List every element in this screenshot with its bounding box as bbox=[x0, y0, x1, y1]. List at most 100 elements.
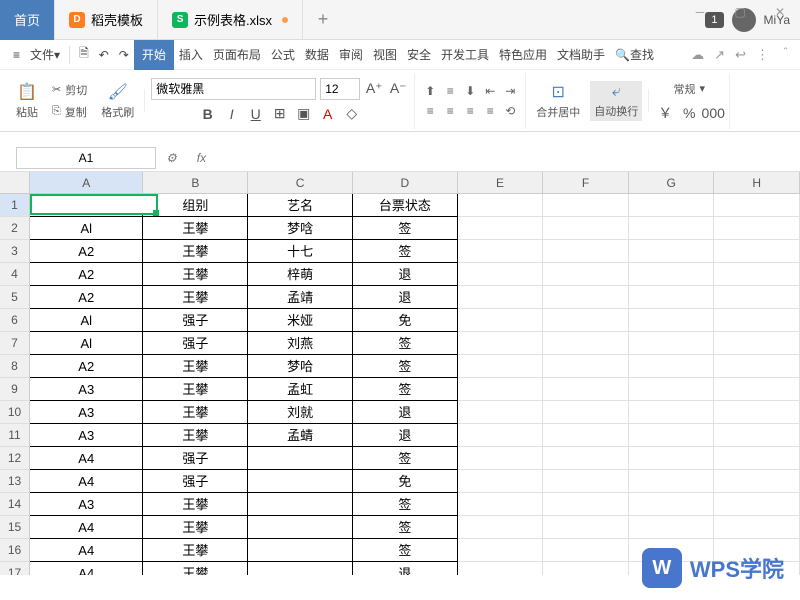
row-header[interactable]: 17 bbox=[0, 562, 30, 575]
cell[interactable] bbox=[714, 424, 800, 447]
cell[interactable] bbox=[714, 516, 800, 539]
font-name-select[interactable] bbox=[151, 78, 316, 100]
bold-button[interactable]: B bbox=[198, 104, 218, 124]
col-header-E[interactable]: E bbox=[458, 172, 544, 194]
cell[interactable] bbox=[629, 240, 715, 263]
cell[interactable]: A2 bbox=[30, 286, 143, 309]
highlight-button[interactable]: ◇ bbox=[342, 104, 362, 124]
cell[interactable] bbox=[629, 424, 715, 447]
cell[interactable]: 组别 bbox=[143, 194, 248, 217]
cell[interactable] bbox=[248, 516, 353, 539]
cell[interactable] bbox=[458, 516, 544, 539]
cell[interactable] bbox=[458, 562, 544, 575]
cell[interactable] bbox=[543, 516, 629, 539]
row-header[interactable]: 6 bbox=[0, 309, 30, 332]
cell[interactable]: 强子 bbox=[143, 470, 248, 493]
row-header[interactable]: 8 bbox=[0, 355, 30, 378]
percent-button[interactable]: % bbox=[679, 103, 699, 123]
cell[interactable] bbox=[629, 493, 715, 516]
align-justify-icon[interactable]: ≡ bbox=[481, 102, 499, 120]
cell[interactable] bbox=[543, 355, 629, 378]
settings-icon[interactable]: ↩ bbox=[735, 47, 746, 63]
cell[interactable] bbox=[714, 355, 800, 378]
cell[interactable] bbox=[248, 562, 353, 575]
cell[interactable]: 梦唅 bbox=[248, 217, 353, 240]
cell[interactable]: 王攀 bbox=[143, 286, 248, 309]
cell[interactable] bbox=[629, 332, 715, 355]
cell[interactable]: 王攀 bbox=[143, 355, 248, 378]
select-all-corner[interactable] bbox=[0, 172, 30, 194]
cell[interactable]: 签 bbox=[353, 378, 458, 401]
number-format-select[interactable]: 常规 ▾ bbox=[669, 79, 709, 99]
cell[interactable] bbox=[458, 539, 544, 562]
cell[interactable] bbox=[714, 217, 800, 240]
cell[interactable] bbox=[543, 470, 629, 493]
more-icon[interactable]: ⋮ bbox=[756, 47, 769, 63]
cell[interactable] bbox=[714, 401, 800, 424]
cell[interactable] bbox=[629, 447, 715, 470]
cell[interactable]: Al bbox=[30, 217, 143, 240]
name-box[interactable] bbox=[16, 147, 156, 169]
cell[interactable] bbox=[714, 194, 800, 217]
cell[interactable]: 免 bbox=[353, 470, 458, 493]
indent-increase-icon[interactable]: ⇥ bbox=[501, 82, 519, 100]
cell[interactable] bbox=[629, 263, 715, 286]
cell[interactable]: 梦哈 bbox=[248, 355, 353, 378]
cell[interactable]: 强子 bbox=[143, 447, 248, 470]
cell[interactable] bbox=[714, 309, 800, 332]
cell[interactable] bbox=[629, 355, 715, 378]
cell[interactable]: 王攀 bbox=[143, 539, 248, 562]
row-header[interactable]: 12 bbox=[0, 447, 30, 470]
ribbon-tab-start[interactable]: 开始 bbox=[134, 40, 174, 70]
cell[interactable]: 王攀 bbox=[143, 516, 248, 539]
cell[interactable]: A4 bbox=[30, 516, 143, 539]
cell[interactable]: 孟蜻 bbox=[248, 424, 353, 447]
cell[interactable] bbox=[458, 424, 544, 447]
cell[interactable] bbox=[629, 217, 715, 240]
cell[interactable] bbox=[248, 470, 353, 493]
merge-button[interactable]: ⊡ 合并居中 bbox=[532, 80, 584, 122]
ribbon-tab-formula[interactable]: 公式 bbox=[266, 40, 300, 70]
cell[interactable]: 刘就 bbox=[248, 401, 353, 424]
cell[interactable] bbox=[714, 240, 800, 263]
cell[interactable] bbox=[543, 447, 629, 470]
cell[interactable]: 王攀 bbox=[143, 493, 248, 516]
collapse-ribbon-icon[interactable]: ＾ bbox=[779, 45, 792, 64]
cell[interactable] bbox=[458, 263, 544, 286]
cell[interactable]: 艺名 bbox=[248, 194, 353, 217]
cell[interactable]: 孟虹 bbox=[248, 378, 353, 401]
cell[interactable] bbox=[30, 194, 143, 217]
cell[interactable]: 签 bbox=[353, 493, 458, 516]
align-middle-icon[interactable]: ≡ bbox=[441, 82, 459, 100]
cell[interactable] bbox=[543, 286, 629, 309]
ribbon-tab-view[interactable]: 视图 bbox=[368, 40, 402, 70]
cell[interactable]: A4 bbox=[30, 447, 143, 470]
qat-save-icon[interactable]: 🗎 bbox=[74, 40, 94, 70]
formula-bar[interactable] bbox=[216, 147, 800, 169]
cell[interactable]: A2 bbox=[30, 240, 143, 263]
cell[interactable] bbox=[714, 447, 800, 470]
menu-app-icon[interactable]: ≡ bbox=[8, 40, 25, 70]
close-button[interactable]: ✕ bbox=[760, 0, 800, 24]
cell[interactable]: 强子 bbox=[143, 309, 248, 332]
cell[interactable] bbox=[458, 401, 544, 424]
cell[interactable]: 免 bbox=[353, 309, 458, 332]
cell[interactable]: 退 bbox=[353, 286, 458, 309]
cell[interactable]: 孟靖 bbox=[248, 286, 353, 309]
cell[interactable]: 签 bbox=[353, 355, 458, 378]
cell[interactable] bbox=[458, 332, 544, 355]
cell[interactable] bbox=[458, 447, 544, 470]
font-increase-icon[interactable]: A⁺ bbox=[364, 79, 384, 99]
cell[interactable] bbox=[629, 401, 715, 424]
col-header-B[interactable]: B bbox=[143, 172, 248, 194]
align-bottom-icon[interactable]: ⬇ bbox=[461, 82, 479, 100]
cell[interactable]: 签 bbox=[353, 539, 458, 562]
qat-undo-icon[interactable]: ↶ bbox=[94, 40, 114, 70]
ribbon-tab-insert[interactable]: 插入 bbox=[174, 40, 208, 70]
fill-color-button[interactable]: ▣ bbox=[294, 104, 314, 124]
cell[interactable]: 梓萌 bbox=[248, 263, 353, 286]
indent-decrease-icon[interactable]: ⇤ bbox=[481, 82, 499, 100]
align-right-icon[interactable]: ≡ bbox=[461, 102, 479, 120]
align-top-icon[interactable]: ⬆ bbox=[421, 82, 439, 100]
cell[interactable]: 签 bbox=[353, 217, 458, 240]
